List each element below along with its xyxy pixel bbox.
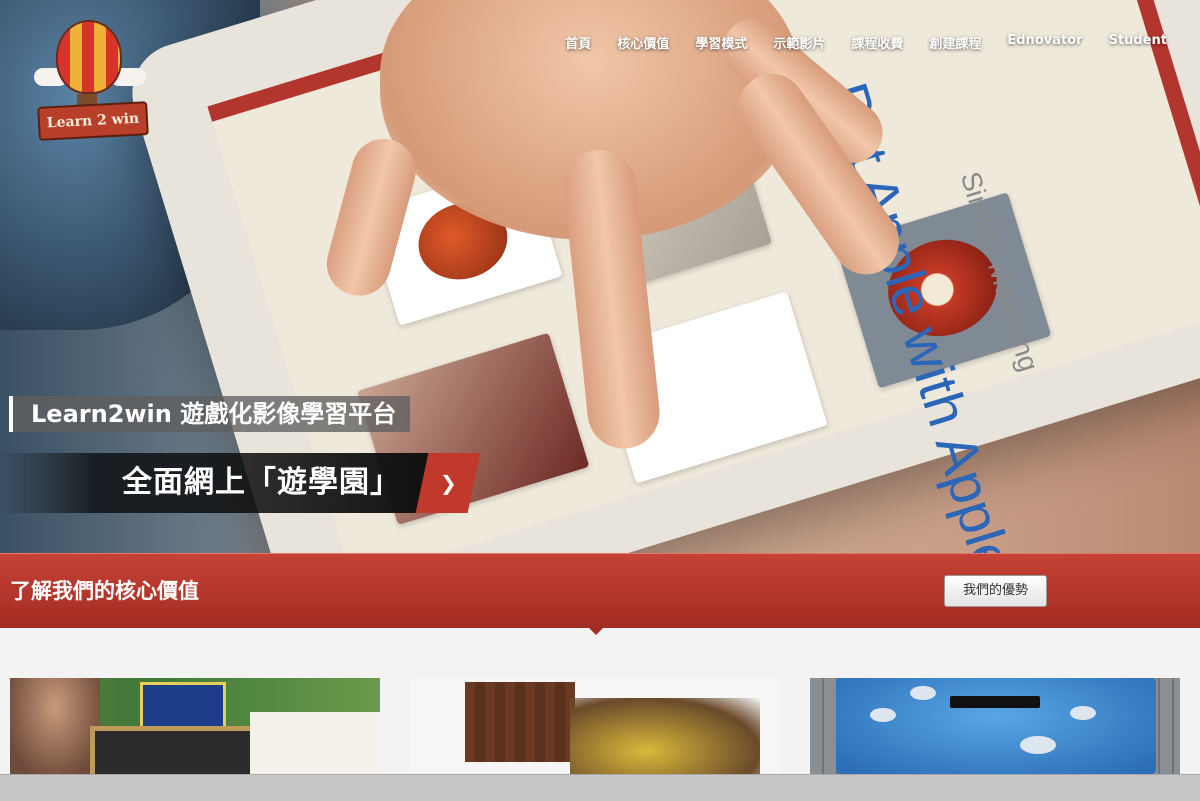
- nav-item-learning-mode[interactable]: 學習模式: [695, 33, 747, 52]
- nav-item-core-values[interactable]: 核心價值: [617, 33, 669, 52]
- nav-item-demo-videos[interactable]: 示範影片: [773, 33, 825, 52]
- section-title: 了解我們的核心價值: [10, 579, 199, 603]
- value-card-box[interactable]: [810, 678, 1180, 774]
- hot-air-balloon-icon: [56, 20, 122, 94]
- card-photo-child: [10, 678, 100, 774]
- card-photo-calendar: [250, 712, 380, 774]
- card-photo-coin: [1070, 706, 1096, 720]
- card-photo-lego-figures: [570, 698, 760, 774]
- advantages-button[interactable]: 我們的優勢: [944, 575, 1047, 607]
- section-notch: [588, 627, 604, 635]
- bottom-strip: [0, 774, 1200, 801]
- card-photo-lego-house: [465, 682, 575, 762]
- nav-item-ednovator[interactable]: Ednovator: [1007, 33, 1082, 52]
- card-photo-coin: [1020, 736, 1056, 754]
- nav-item-home[interactable]: 首頁: [565, 33, 591, 52]
- value-card-lego[interactable]: [410, 678, 780, 774]
- hero-caption-subtitle: 全面網上「遊學園」: [122, 465, 401, 500]
- nav-item-create-course[interactable]: 創建課程: [929, 33, 981, 52]
- chevron-right-icon: ❯: [439, 471, 457, 495]
- card-photo-slot: [950, 696, 1040, 708]
- site-logo[interactable]: Learn 2 win: [34, 20, 149, 141]
- nav-item-pricing[interactable]: 課程收費: [851, 33, 903, 52]
- main-nav: 首頁 核心價值 學習模式 示範影片 課程收費 創建課程 Ednovator St…: [565, 33, 1167, 52]
- card-photo-blue-box: [836, 678, 1156, 774]
- card-photo-chalkboard: [90, 726, 260, 774]
- nav-item-student[interactable]: Student: [1109, 33, 1167, 52]
- value-card-classroom[interactable]: [10, 678, 380, 774]
- card-photo-coin: [910, 686, 936, 700]
- hero-caption-title: Learn2win 遊戲化影像學習平台: [9, 396, 411, 432]
- logo-text: Learn 2 win: [37, 101, 149, 141]
- core-values-bar: 了解我們的核心價值 我們的優勢: [0, 553, 1200, 628]
- card-photo-coin: [870, 708, 896, 722]
